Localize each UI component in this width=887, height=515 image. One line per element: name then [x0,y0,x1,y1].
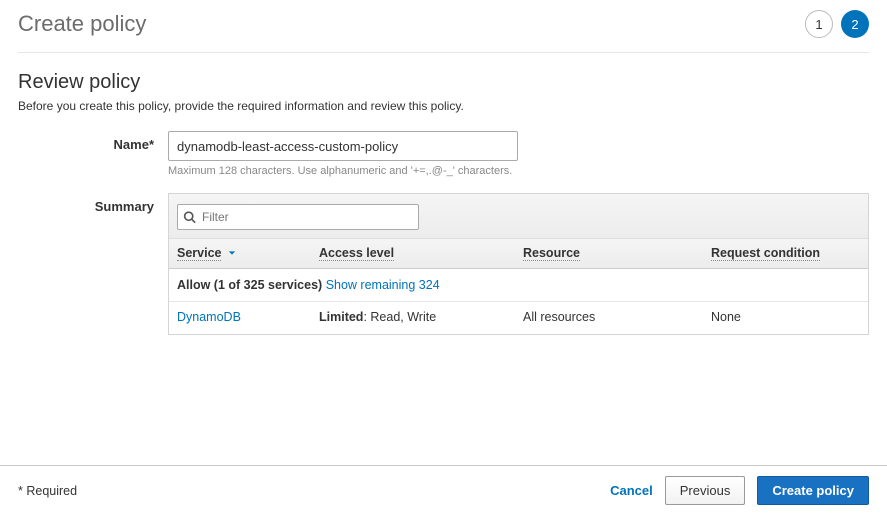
th-condition[interactable]: Request condition [711,246,860,261]
step-2[interactable]: 2 [841,10,869,38]
allow-count: Allow (1 of 325 services) [177,278,322,292]
summary-table: Service Access level Resource Request co… [168,193,869,335]
section-title: Review policy [18,71,869,94]
required-note: * Required [18,484,77,498]
th-condition-label: Request condition [711,246,820,261]
create-policy-button[interactable]: Create policy [757,476,869,505]
service-link[interactable]: DynamoDB [177,310,241,324]
th-resource[interactable]: Resource [523,246,711,261]
table-header: Service Access level Resource Request co… [169,239,868,269]
cell-condition: None [711,310,860,324]
chevron-down-icon [228,246,236,260]
name-hint: Maximum 128 characters. Use alphanumeric… [168,165,869,177]
cell-resource: All resources [523,310,711,324]
filter-input[interactable] [177,204,419,230]
th-resource-label: Resource [523,246,580,261]
th-access-label: Access level [319,246,394,261]
name-label: Name* [18,131,168,152]
previous-button[interactable]: Previous [665,476,746,505]
search-icon [183,211,196,224]
allow-summary-row: Allow (1 of 325 services) Show remaining… [169,269,868,302]
th-service-label: Service [177,246,221,261]
step-1[interactable]: 1 [805,10,833,38]
cancel-button[interactable]: Cancel [610,483,653,498]
show-remaining-link[interactable]: Show remaining 324 [326,278,440,292]
footer-bar: * Required Cancel Previous Create policy [0,465,887,515]
th-service[interactable]: Service [177,246,319,261]
table-row: DynamoDB Limited: Read, Write All resour… [169,302,868,334]
th-access[interactable]: Access level [319,246,523,261]
section-subtitle: Before you create this policy, provide t… [18,99,869,113]
name-input[interactable] [168,131,518,161]
summary-label: Summary [18,193,168,214]
wizard-steps: 1 2 [805,10,869,38]
page-title: Create policy [18,11,146,37]
cell-access: Limited: Read, Write [319,310,523,324]
